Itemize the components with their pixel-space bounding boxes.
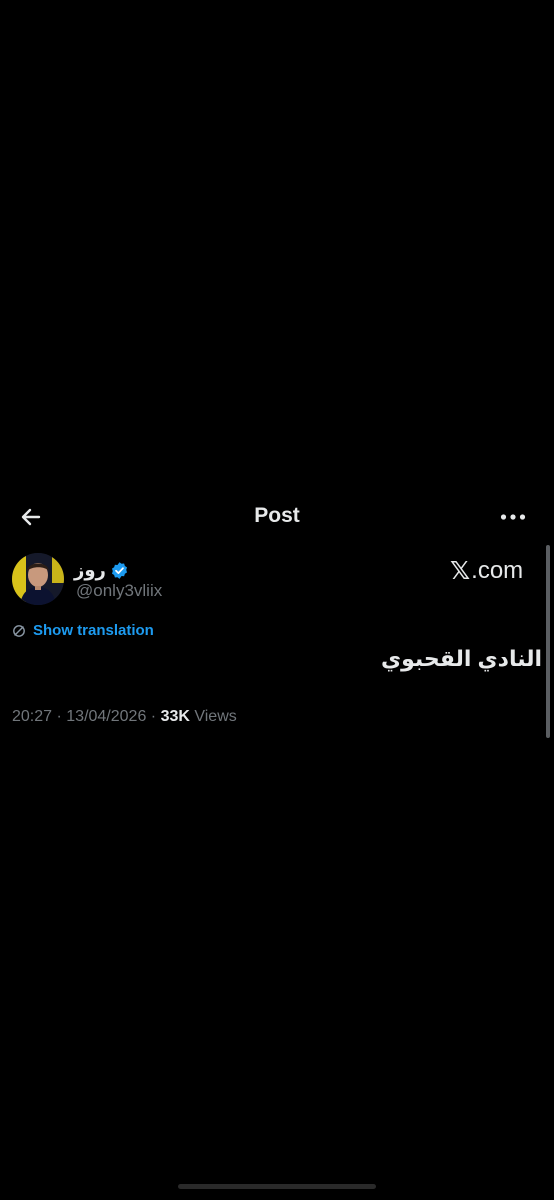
watermark-domain: .com — [471, 556, 524, 584]
arrow-left-icon — [21, 508, 41, 526]
author-display-name[interactable]: روز — [74, 560, 106, 581]
page-title: Post — [254, 504, 300, 527]
more-horizontal-icon — [500, 514, 526, 520]
meta-separator: · — [146, 708, 161, 725]
post-date: 13/04/2026 — [66, 708, 147, 725]
views-count[interactable]: 33K — [161, 708, 190, 725]
post-metadata: 20:27 · 13/04/2026 · 33K Views — [12, 708, 237, 726]
show-translation-link[interactable]: Show translation — [33, 622, 154, 639]
author-handle[interactable]: @only3vliix — [76, 581, 162, 601]
avatar[interactable] — [12, 553, 64, 605]
top-app-bar: Post — [0, 494, 554, 538]
more-options-button[interactable] — [498, 502, 528, 532]
home-indicator[interactable] — [178, 1184, 376, 1189]
back-button[interactable] — [14, 500, 48, 534]
x-logo-icon: 𝕏 — [450, 556, 471, 585]
author-name-row[interactable]: روز — [74, 558, 129, 582]
meta-separator: · — [52, 708, 67, 725]
post-time: 20:27 — [12, 708, 53, 725]
x-com-watermark: 𝕏 .com — [450, 556, 523, 585]
post-text: النادي القحبوي — [380, 646, 542, 671]
translate-icon — [13, 624, 25, 637]
views-label: Views — [189, 708, 237, 725]
show-translation-row[interactable]: Show translation — [12, 622, 154, 639]
verified-badge-icon — [111, 561, 127, 579]
avatar-photo — [12, 553, 64, 605]
scrollbar[interactable] — [546, 545, 550, 738]
